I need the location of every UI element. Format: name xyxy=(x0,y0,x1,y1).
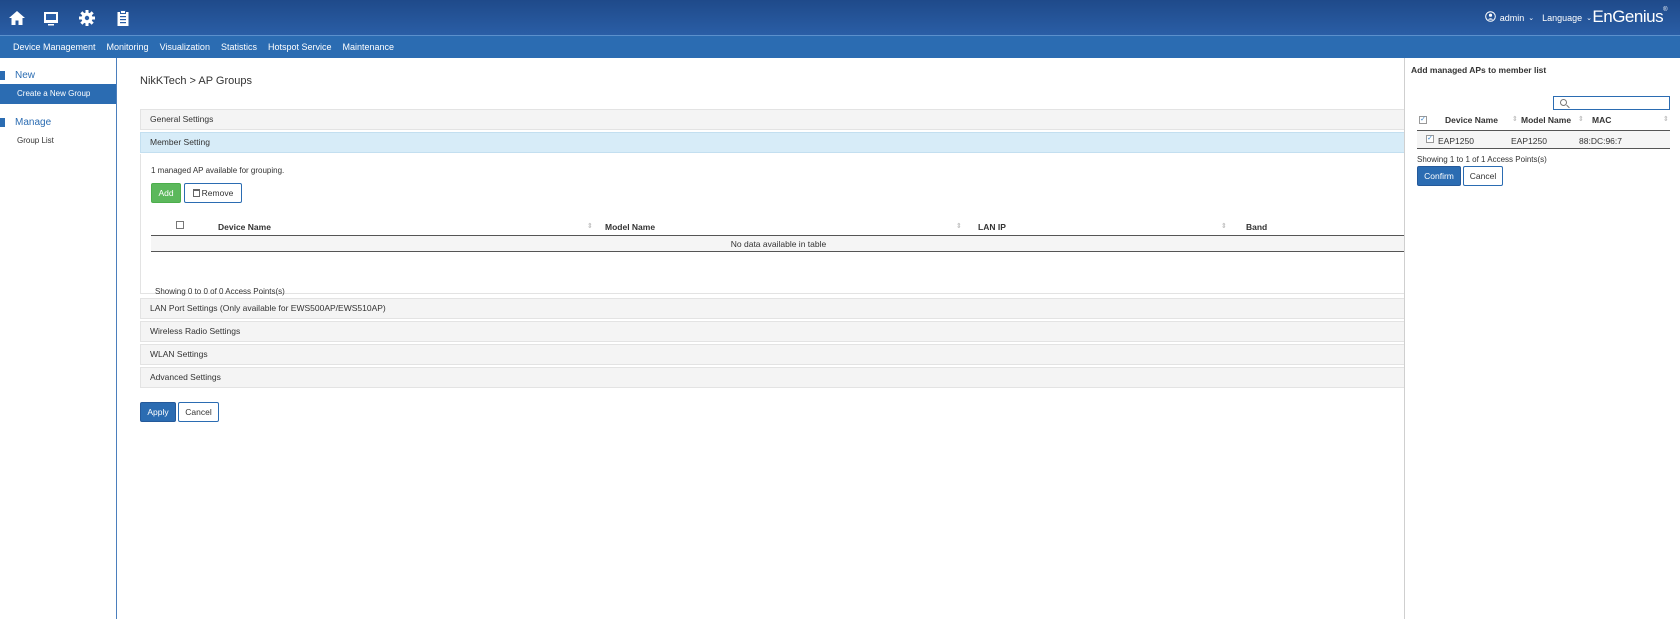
search-input[interactable] xyxy=(1569,98,1667,108)
accordion-wireless-radio-settings[interactable]: Wireless Radio Settings xyxy=(140,321,1405,342)
search-box xyxy=(1553,96,1670,110)
panel-title: Add managed APs to member list xyxy=(1411,65,1547,75)
column-lan-ip[interactable]: LAN IP xyxy=(978,222,1006,232)
nav-hotspot-service[interactable]: Hotspot Service xyxy=(268,42,332,52)
remove-button[interactable]: Remove xyxy=(184,183,242,203)
available-aps-table: ✓ Device Name ⇕ Model Name ⇕ MAC ⇕ ✓ EAP… xyxy=(1417,114,1670,149)
nav-statistics[interactable]: Statistics xyxy=(221,42,257,52)
row-checkbox[interactable]: ✓ xyxy=(1426,135,1434,143)
device-name-cell: EAP1250 xyxy=(1438,136,1474,146)
accordion-lan-port-settings[interactable]: LAN Port Settings (Only available for EW… xyxy=(140,298,1405,319)
member-table-header: Device Name ⇕ Model Name ⇕ LAN IP ⇕ Band xyxy=(151,216,1406,236)
main-content: NikKTech > AP Groups General Settings Me… xyxy=(117,58,1406,619)
language-menu[interactable]: Language xyxy=(1542,13,1582,23)
nav-visualization[interactable]: Visualization xyxy=(160,42,210,52)
column-mac[interactable]: MAC xyxy=(1592,115,1611,125)
sidebar-item-create-group[interactable]: Create a New Group xyxy=(0,84,116,104)
member-table-info: Showing 0 to 0 of 0 Access Points(s) xyxy=(155,287,285,296)
accordion-general-settings[interactable]: General Settings xyxy=(140,109,1405,130)
chevron-down-icon[interactable]: ⌄ xyxy=(1586,14,1592,22)
user-icon[interactable] xyxy=(1484,11,1496,24)
sort-icon[interactable]: ⇕ xyxy=(587,222,593,230)
sidebar: New Create a New Group Manage Group List xyxy=(0,58,117,619)
main-nav: Device Management Monitoring Visualizati… xyxy=(0,35,1680,58)
sidebar-item-group-list[interactable]: Group List xyxy=(0,131,116,151)
available-ap-text: 1 managed AP available for grouping. xyxy=(151,166,285,175)
gear-icon[interactable] xyxy=(78,9,96,27)
member-table: Device Name ⇕ Model Name ⇕ LAN IP ⇕ Band… xyxy=(151,216,1406,252)
clipboard-icon[interactable] xyxy=(114,9,132,27)
breadcrumb: NikKTech > AP Groups xyxy=(140,75,252,87)
panel-cancel-button[interactable]: Cancel xyxy=(1463,166,1503,186)
panel-table-info: Showing 1 to 1 of 1 Access Points(s) xyxy=(1417,155,1547,164)
column-band[interactable]: Band xyxy=(1246,222,1267,232)
sidebar-section-manage: Manage xyxy=(0,114,116,131)
brand-logo: EnGenius® xyxy=(1592,7,1667,27)
sort-icon[interactable]: ⇕ xyxy=(1663,115,1669,123)
brand-registered-mark: ® xyxy=(1663,7,1667,13)
accordion-advanced-settings[interactable]: Advanced Settings xyxy=(140,367,1405,388)
cancel-button[interactable]: Cancel xyxy=(178,402,219,422)
accordion-wlan-settings[interactable]: WLAN Settings xyxy=(140,344,1405,365)
mac-cell: 88:DC:96:7 xyxy=(1579,136,1622,146)
column-model-name[interactable]: Model Name xyxy=(605,222,655,232)
column-model-name[interactable]: Model Name xyxy=(1521,115,1571,125)
search-icon xyxy=(1560,99,1567,106)
available-aps-header: ✓ Device Name ⇕ Model Name ⇕ MAC ⇕ xyxy=(1417,114,1670,131)
member-setting-panel: 1 managed AP available for grouping. Add… xyxy=(140,154,1406,296)
top-header: admin ⌄ Language ⌄ EnGenius® xyxy=(0,0,1680,35)
column-device-name[interactable]: Device Name xyxy=(218,222,271,232)
nav-maintenance[interactable]: Maintenance xyxy=(343,42,395,52)
nav-device-management[interactable]: Device Management xyxy=(13,42,96,52)
select-all-checkbox[interactable]: ✓ xyxy=(1419,116,1427,124)
select-all-checkbox[interactable] xyxy=(176,221,184,229)
brand-name: EnGenius xyxy=(1592,7,1664,26)
add-members-panel: Add managed APs to member list ✓ Device … xyxy=(1404,58,1680,619)
nav-monitoring[interactable]: Monitoring xyxy=(107,42,149,52)
chevron-down-icon[interactable]: ⌄ xyxy=(1528,14,1534,22)
home-icon[interactable] xyxy=(8,9,26,27)
table-row[interactable]: ✓ EAP1250 EAP1250 88:DC:96:7 xyxy=(1417,131,1670,149)
empty-table-message: No data available in table xyxy=(151,236,1406,252)
sidebar-section-new: New xyxy=(0,67,116,84)
model-name-cell: EAP1250 xyxy=(1511,136,1547,146)
remove-label: Remove xyxy=(201,188,234,198)
user-menu: admin ⌄ Language ⌄ xyxy=(1484,11,1596,24)
apply-button[interactable]: Apply xyxy=(140,402,176,422)
sort-icon[interactable]: ⇕ xyxy=(1512,115,1518,123)
sort-icon[interactable]: ⇕ xyxy=(1578,115,1584,123)
column-device-name[interactable]: Device Name xyxy=(1445,115,1498,125)
user-name[interactable]: admin xyxy=(1500,13,1525,23)
accordion-member-setting[interactable]: Member Setting xyxy=(140,132,1405,153)
sort-icon[interactable]: ⇕ xyxy=(956,222,962,230)
sort-icon[interactable]: ⇕ xyxy=(1221,222,1227,230)
add-button[interactable]: Add xyxy=(151,183,181,203)
monitor-icon[interactable] xyxy=(42,9,60,27)
confirm-button[interactable]: Confirm xyxy=(1417,166,1461,186)
trash-icon xyxy=(192,189,200,197)
